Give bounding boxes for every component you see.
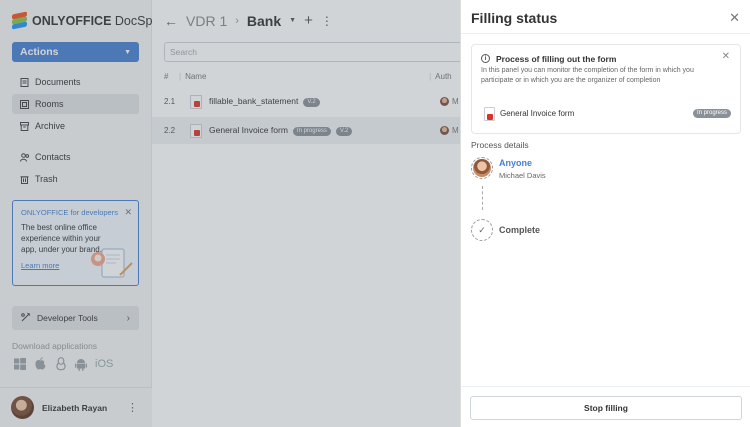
step-avatar [471,157,493,179]
process-details-heading: Process details [471,140,529,150]
panel-title: Filling status [471,10,558,26]
step-connector [482,186,483,210]
step-user: Michael Davis [499,171,546,180]
info-title: Process of filling out the form [496,54,617,64]
avatar [473,159,491,177]
stop-filling-button[interactable]: Stop filling [470,396,742,420]
info-box: i Process of filling out the form ✕ In t… [471,44,741,134]
info-text: In this panel you can monitor the comple… [481,67,694,84]
pdf-file-icon [484,107,495,121]
filling-status-panel: Filling status ✕ i Process of filling ou… [460,0,750,427]
divider [461,33,750,34]
close-icon[interactable]: ✕ [729,10,740,26]
checkmark-icon: ✓ [471,219,493,241]
close-icon[interactable]: ✕ [722,51,730,62]
info-icon: i [481,54,490,63]
form-name: General Invoice form [500,109,575,118]
panel-footer: Stop filling [461,386,750,427]
modal-backdrop[interactable] [0,0,460,427]
step-role[interactable]: Anyone [499,158,532,168]
status-badge: In progress [692,109,731,118]
step-complete-label: Complete [499,225,541,235]
